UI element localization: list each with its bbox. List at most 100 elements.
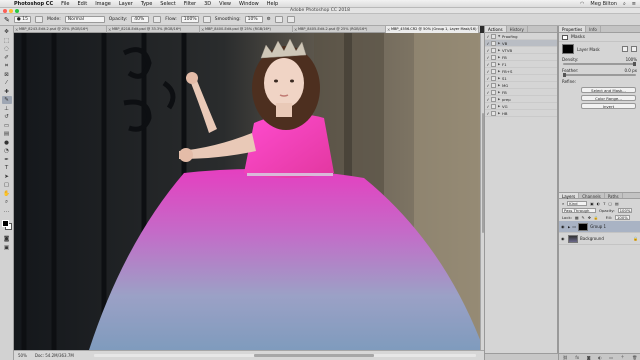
dialog-toggle[interactable] <box>491 47 496 53</box>
menu-type[interactable]: Type <box>141 1 152 7</box>
link-icon[interactable]: ⛓ <box>563 355 568 360</box>
action-row[interactable]: ✓ ▶ FB <box>485 89 557 96</box>
menu-view[interactable]: View <box>219 1 231 7</box>
lock-move-icon[interactable]: ✥ <box>588 215 591 220</box>
layer-mask-thumbnail[interactable] <box>562 44 574 54</box>
action-row[interactable]: ✓ ▶ S1 <box>485 75 557 82</box>
action-row[interactable]: ✓ ▶ FB+S <box>485 68 557 75</box>
brush-settings-button[interactable] <box>34 16 43 23</box>
pixel-mask-button[interactable] <box>622 46 628 52</box>
action-row[interactable]: ✓ ▶ VTVB <box>485 47 557 54</box>
wifi-icon[interactable]: ◠ <box>580 1 584 7</box>
eraser-tool-icon[interactable]: ▭ <box>2 122 12 130</box>
feather-slider[interactable] <box>563 73 636 77</box>
history-brush-tool-icon[interactable]: ↺ <box>2 113 12 121</box>
color-swatches[interactable] <box>1 219 13 231</box>
quick-mask-icon[interactable]: ◙ <box>2 235 12 243</box>
menu-list-icon[interactable]: ≡ <box>632 1 636 7</box>
tab-document-1[interactable]: MBP_8243-Edit-2.psd @ 25% (RGB/16*) <box>14 26 107 33</box>
brush-tool-icon[interactable]: ✎ <box>4 16 10 24</box>
search-icon[interactable]: ⌕ <box>623 1 626 7</box>
blur-tool-icon[interactable]: ● <box>2 139 12 147</box>
path-select-tool-icon[interactable]: ➤ <box>2 173 12 181</box>
brush-preset-picker[interactable]: ● 15 <box>13 16 31 23</box>
doc-size[interactable]: Doc: 54.2M/363.7M <box>35 353 74 358</box>
dialog-toggle[interactable] <box>491 96 496 102</box>
action-row[interactable]: ✓ ▶ FB <box>485 54 557 61</box>
action-row[interactable]: ✓ ▶ HB <box>485 110 557 117</box>
crop-tool-icon[interactable]: ⌗ <box>2 62 12 70</box>
maximize-icon[interactable] <box>15 9 19 13</box>
new-layer-icon[interactable]: ＋ <box>621 354 625 360</box>
pen-tool-icon[interactable]: ✒ <box>2 156 12 164</box>
menu-file[interactable]: File <box>61 1 69 7</box>
quick-select-tool-icon[interactable]: ✐ <box>2 54 12 62</box>
menu-app[interactable]: Photoshop CC <box>14 1 53 7</box>
dialog-toggle[interactable] <box>491 103 496 109</box>
minimize-icon[interactable] <box>9 9 13 13</box>
layer-row-group-1[interactable]: ◉ ▶ ▭ Group 1 <box>559 221 640 233</box>
layer-opacity-input[interactable]: 100% <box>617 208 633 213</box>
pressure-size-button[interactable] <box>274 16 283 23</box>
fill-input[interactable]: 100% <box>615 215 630 220</box>
menu-3d[interactable]: 3D <box>204 1 211 7</box>
dialog-toggle[interactable] <box>491 54 496 60</box>
brush-tool-icon[interactable]: ✎ <box>1 96 12 104</box>
zoom-level[interactable]: 50% <box>18 353 27 358</box>
dialog-toggle[interactable] <box>491 68 496 74</box>
tab-document-active[interactable]: MBP_4556.CR2 @ 50% (Group 1, Layer Mask/… <box>386 26 479 33</box>
add-mask-icon[interactable]: ◙ <box>587 355 591 360</box>
menu-help[interactable]: Help <box>267 1 278 7</box>
action-row[interactable]: ✓ ▼ Proofing <box>485 33 557 40</box>
layer-name[interactable]: Group 1 <box>590 224 606 229</box>
dialog-toggle[interactable] <box>491 40 496 46</box>
document-canvas[interactable] <box>14 33 480 350</box>
tab-layers[interactable]: Layers <box>559 193 580 199</box>
dialog-toggle[interactable] <box>491 33 496 39</box>
smoothing-gear-icon[interactable]: ⚙ <box>267 17 271 22</box>
eyedropper-tool-icon[interactable]: ⁄ <box>2 79 12 87</box>
foreground-color-swatch[interactable] <box>1 220 9 227</box>
image-filter-icon[interactable]: ▣ <box>590 201 594 206</box>
adjustment-filter-icon[interactable]: ◐ <box>597 201 600 206</box>
type-filter-icon[interactable]: T <box>603 201 605 206</box>
feather-slider-knob[interactable] <box>563 73 566 77</box>
hand-tool-icon[interactable]: ✋ <box>2 190 12 198</box>
menu-layer[interactable]: Layer <box>119 1 133 7</box>
screen-mode-icon[interactable]: ▣ <box>2 244 12 252</box>
trash-icon[interactable]: 🗑 <box>632 355 637 360</box>
tab-document-2[interactable]: MBP_8218-Edit.psd @ 33.3% (RGB/16*) <box>107 26 200 33</box>
eye-icon[interactable]: ◉ <box>561 224 566 229</box>
menu-select[interactable]: Select <box>160 1 175 7</box>
menu-window[interactable]: Window <box>239 1 259 7</box>
kind-filter-select[interactable]: Kind <box>567 201 588 206</box>
canvas-horizontal-scrollbar[interactable] <box>94 354 476 357</box>
lasso-tool-icon[interactable]: ◌ <box>2 45 12 53</box>
dialog-toggle[interactable] <box>491 110 496 116</box>
density-slider[interactable] <box>563 62 636 66</box>
tab-history[interactable]: History <box>507 26 528 32</box>
density-slider-knob[interactable] <box>633 62 636 66</box>
dialog-toggle[interactable] <box>491 61 496 67</box>
chevron-right-icon[interactable]: ▶ <box>568 225 570 229</box>
close-icon[interactable] <box>3 9 7 13</box>
lock-pixels-icon[interactable]: ▦ <box>575 215 579 220</box>
healing-brush-tool-icon[interactable]: ✚ <box>2 88 12 96</box>
shape-tool-icon[interactable]: ▢ <box>2 181 12 189</box>
tab-document-4[interactable]: MBP_8405-Edit-2.psd @ 25% (RGB/16*) <box>293 26 386 33</box>
dialog-toggle[interactable] <box>491 82 496 88</box>
airbrush-button[interactable] <box>202 16 211 23</box>
invert-button[interactable]: Invert <box>581 103 636 109</box>
blend-mode-select[interactable]: Pass Through <box>562 208 596 213</box>
smoothing-input[interactable]: 10% <box>244 16 263 23</box>
action-row[interactable]: ✓ ▶ prep <box>485 96 557 103</box>
tab-channels[interactable]: Channels <box>579 193 605 199</box>
more-tools-icon[interactable]: … <box>2 207 12 215</box>
flow-input[interactable]: 100% <box>180 16 199 23</box>
dialog-toggle[interactable] <box>491 89 496 95</box>
horizontal-scroll-thumb[interactable] <box>254 354 374 357</box>
shape-filter-icon[interactable]: ▢ <box>608 201 612 206</box>
opacity-input[interactable]: 40% <box>131 16 150 23</box>
layer-name[interactable]: Background <box>580 236 604 241</box>
adjustment-layer-icon[interactable]: ◐ <box>598 355 602 360</box>
